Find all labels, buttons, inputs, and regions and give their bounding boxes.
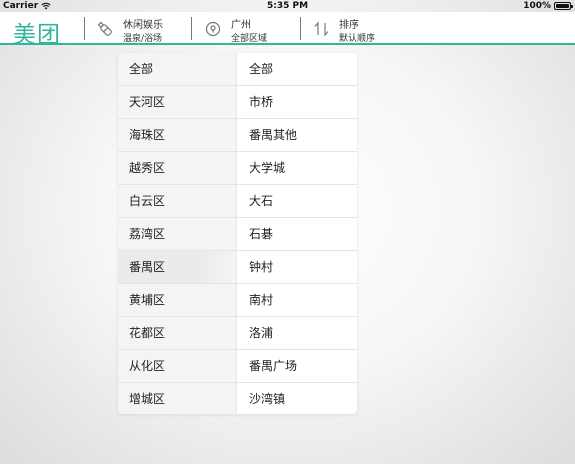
category-filter-button[interactable]: 休闲娱乐 温泉/浴场 xyxy=(96,14,191,44)
district-item[interactable]: 白云区 xyxy=(118,185,236,218)
subarea-item[interactable]: 南村 xyxy=(237,284,357,317)
sort-filter-button[interactable]: 排序 默认顺序 xyxy=(313,14,403,44)
subarea-item[interactable]: 洛浦 xyxy=(237,317,357,350)
subarea-item[interactable]: 石碁 xyxy=(237,218,357,251)
subarea-item[interactable]: 番禺其他 xyxy=(237,119,357,152)
battery-icon xyxy=(554,2,573,10)
battery-percent: 100% xyxy=(523,1,551,11)
district-item[interactable]: 海珠区 xyxy=(118,119,236,152)
status-bar: Carrier 5:35 PM 100% xyxy=(0,0,575,12)
district-item[interactable]: 花都区 xyxy=(118,317,236,350)
category-label: 休闲娱乐 xyxy=(123,20,163,31)
nav-bar: 美团 休闲娱乐 温泉/浴场 广州 全部区域 排序 默认顺序 xyxy=(0,12,575,48)
subarea-item[interactable]: 市桥 xyxy=(237,86,357,119)
active-filter-indicator xyxy=(226,43,278,45)
nav-divider xyxy=(84,17,85,40)
district-list[interactable]: 全部 天河区 海珠区 越秀区 白云区 荔湾区 番禺区 黄埔区 花都区 从化区 增城区 xyxy=(118,53,236,414)
subarea-item[interactable]: 番禺广场 xyxy=(237,350,357,383)
location-pin-icon xyxy=(205,21,221,37)
nav-divider xyxy=(300,17,301,40)
subarea-item[interactable]: 沙湾镇 xyxy=(237,383,357,414)
sort-sublabel: 默认顺序 xyxy=(339,34,376,44)
app-logo[interactable]: 美团 xyxy=(13,15,61,49)
subarea-item[interactable]: 全部 xyxy=(237,53,357,86)
subarea-item[interactable]: 大石 xyxy=(237,185,357,218)
district-item[interactable]: 从化区 xyxy=(118,350,236,383)
district-item[interactable]: 黄埔区 xyxy=(118,284,236,317)
sort-arrows-icon xyxy=(314,21,329,37)
district-item[interactable]: 全部 xyxy=(118,53,236,86)
subarea-item[interactable]: 大学城 xyxy=(237,152,357,185)
bottle-icon xyxy=(97,21,112,36)
sort-label: 排序 xyxy=(339,20,359,31)
district-item[interactable]: 番禺区 xyxy=(118,251,236,284)
district-item[interactable]: 越秀区 xyxy=(118,152,236,185)
subarea-item[interactable]: 钟村 xyxy=(237,251,357,284)
nav-divider xyxy=(191,17,192,40)
district-item[interactable]: 天河区 xyxy=(118,86,236,119)
subarea-list[interactable]: 全部 市桥 番禺其他 大学城 大石 石碁 钟村 南村 洛浦 番禺广场 沙湾镇 xyxy=(236,53,357,414)
district-item[interactable]: 增城区 xyxy=(118,383,236,414)
category-sublabel: 温泉/浴场 xyxy=(123,34,163,44)
city-label: 广州 xyxy=(231,20,251,31)
battery-info: 100% xyxy=(523,1,573,11)
clock: 5:35 PM xyxy=(266,1,309,11)
area-dropdown-panel: 全部 天河区 海珠区 越秀区 白云区 荔湾区 番禺区 黄埔区 花都区 从化区 增城区 全部 市桥 番禺其… xyxy=(118,53,357,414)
district-item[interactable]: 荔湾区 xyxy=(118,218,236,251)
area-filter-button[interactable]: 广州 全部区域 xyxy=(204,14,300,45)
